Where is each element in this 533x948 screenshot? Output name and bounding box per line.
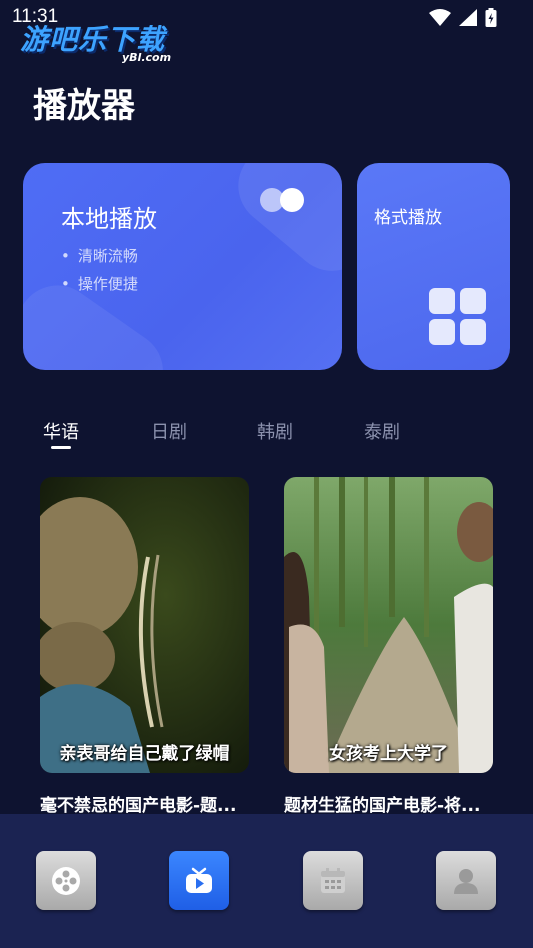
local-playback-card[interactable]: 本地播放 清晰流畅 操作便捷	[23, 163, 342, 370]
nav-tv-button[interactable]	[169, 851, 229, 910]
nav-profile-button[interactable]	[436, 851, 496, 910]
format-playback-card[interactable]: 格式播放	[357, 163, 510, 370]
wifi-icon	[429, 9, 451, 26]
tab-huayu[interactable]: 华语	[43, 418, 79, 444]
nav-film-button[interactable]	[36, 851, 96, 910]
tab-riju[interactable]: 日剧	[151, 418, 187, 444]
card-decoration	[221, 163, 342, 288]
active-tab-indicator	[51, 446, 71, 449]
tab-taiju[interactable]: 泰剧	[364, 418, 400, 444]
watermark-logo: 游吧乐下载 yBl.com	[20, 18, 190, 64]
tv-play-icon	[186, 867, 212, 893]
local-playback-title: 本地播放	[61, 205, 157, 233]
watermark-domain: yBl.com	[122, 51, 172, 64]
category-tabs: 华语 日剧 韩剧 泰剧	[0, 414, 533, 454]
video-title[interactable]: 毫不禁忌的国产电影-题...	[40, 791, 249, 816]
grid-apps-icon	[429, 288, 487, 346]
nav-calendar-button[interactable]	[303, 851, 363, 910]
video-caption: 亲表哥给自己戴了绿帽	[59, 744, 230, 764]
battery-icon	[485, 8, 497, 27]
toggle-icon	[260, 186, 306, 214]
format-playback-title: 格式播放	[374, 208, 442, 228]
feature-bullet: 操作便捷	[61, 273, 138, 294]
video-thumbnail[interactable]: 亲表哥给自己戴了绿帽	[40, 477, 249, 773]
film-reel-icon	[52, 866, 80, 895]
video-thumbnail[interactable]: 女孩考上大学了	[284, 477, 493, 773]
bottom-navigation	[0, 814, 533, 948]
status-icons	[429, 8, 497, 27]
video-title[interactable]: 题材生猛的国产电影-将...	[284, 791, 493, 816]
signal-icon	[459, 9, 477, 26]
calendar-icon	[321, 867, 345, 893]
tab-hanju[interactable]: 韩剧	[257, 418, 293, 444]
page-title: 播放器	[33, 86, 135, 126]
profile-icon	[454, 868, 478, 894]
video-caption: 女孩考上大学了	[329, 744, 448, 764]
feature-bullet: 清晰流畅	[61, 245, 138, 266]
